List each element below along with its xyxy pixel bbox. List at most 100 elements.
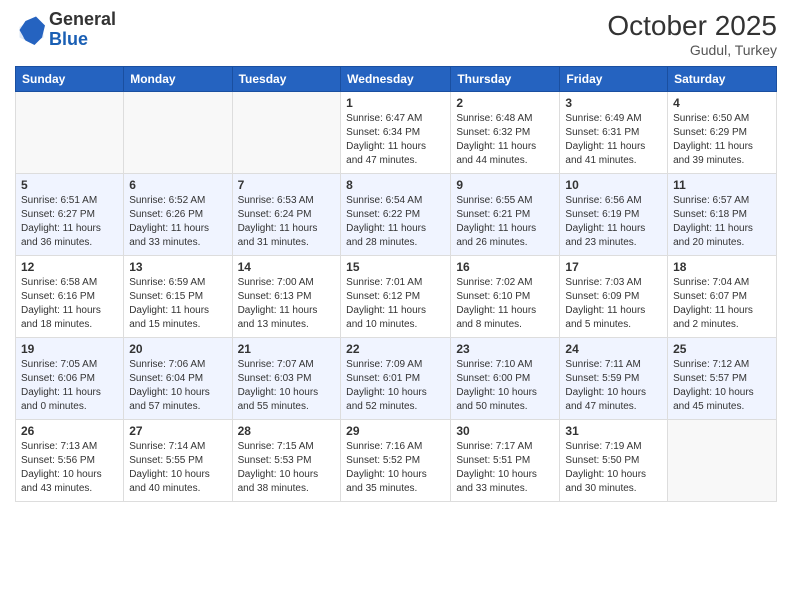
header-monday: Monday [124,67,232,92]
calendar-cell [124,92,232,174]
month-title: October 2025 [607,10,777,42]
calendar-cell: 22 Sunrise: 7:09 AM Sunset: 6:01 PM Dayli… [341,338,451,420]
day-info: Sunrise: 7:12 AM Sunset: 5:57 PM Dayligh… [673,358,771,414]
day-info: Sunrise: 6:47 AM Sunset: 6:34 PM Dayligh… [346,112,445,168]
calendar-week-1: 1Sunrise: 6:47 AM Sunset: 6:34 PM Daylig… [16,92,777,174]
day-info: Sunrise: 6:50 AM Sunset: 6:29 PM Dayligh… [673,112,771,168]
calendar-cell: 26 Sunrise: 7:13 AM Sunset: 5:56 PM Dayli… [16,420,124,502]
calendar-cell [668,420,777,502]
day-number: 20 [129,342,226,356]
day-number: 17 [565,260,662,274]
day-number: 26 [21,424,118,438]
calendar-cell: 9 Sunrise: 6:55 AM Sunset: 6:21 PM Daylig… [451,174,560,256]
logo: General Blue [15,10,116,50]
day-info: Sunrise: 7:01 AM Sunset: 6:12 PM Dayligh… [346,276,445,332]
day-info: Sunrise: 6:57 AM Sunset: 6:18 PM Dayligh… [673,194,771,250]
calendar-cell: 29 Sunrise: 7:16 AM Sunset: 5:52 PM Dayli… [341,420,451,502]
calendar-week-3: 12 Sunrise: 6:58 AM Sunset: 6:16 PM Dayli… [16,256,777,338]
calendar-cell: 27Sunrise: 7:14 AM Sunset: 5:55 PM Dayli… [124,420,232,502]
day-info: Sunrise: 6:52 AM Sunset: 6:26 PM Dayligh… [129,194,226,250]
day-number: 18 [673,260,771,274]
day-info: Sunrise: 6:51 AM Sunset: 6:27 PM Dayligh… [21,194,118,250]
day-info: Sunrise: 7:04 AM Sunset: 6:07 PM Dayligh… [673,276,771,332]
day-number: 22 [346,342,445,356]
logo-blue: Blue [49,29,88,49]
day-number: 21 [238,342,336,356]
day-info: Sunrise: 6:48 AM Sunset: 6:32 PM Dayligh… [456,112,554,168]
day-number: 29 [346,424,445,438]
calendar-cell: 20Sunrise: 7:06 AM Sunset: 6:04 PM Dayli… [124,338,232,420]
day-info: Sunrise: 7:07 AM Sunset: 6:03 PM Dayligh… [238,358,336,414]
day-number: 16 [456,260,554,274]
header-tuesday: Tuesday [232,67,341,92]
calendar-cell: 6 Sunrise: 6:52 AM Sunset: 6:26 PM Daylig… [124,174,232,256]
calendar-cell: 23 Sunrise: 7:10 AM Sunset: 6:00 PM Dayli… [451,338,560,420]
day-number: 9 [456,178,554,192]
day-info: Sunrise: 7:05 AM Sunset: 6:06 PM Dayligh… [21,358,118,414]
day-number: 5 [21,178,118,192]
calendar-cell: 12 Sunrise: 6:58 AM Sunset: 6:16 PM Dayli… [16,256,124,338]
day-number: 12 [21,260,118,274]
day-info: Sunrise: 7:13 AM Sunset: 5:56 PM Dayligh… [21,440,118,496]
day-number: 4 [673,96,771,110]
calendar-cell: 8 Sunrise: 6:54 AM Sunset: 6:22 PM Daylig… [341,174,451,256]
day-info: Sunrise: 7:03 AM Sunset: 6:09 PM Dayligh… [565,276,662,332]
day-number: 14 [238,260,336,274]
day-info: Sunrise: 7:10 AM Sunset: 6:00 PM Dayligh… [456,358,554,414]
calendar-week-5: 26 Sunrise: 7:13 AM Sunset: 5:56 PM Dayli… [16,420,777,502]
calendar-cell: 3 Sunrise: 6:49 AM Sunset: 6:31 PM Daylig… [560,92,668,174]
day-number: 25 [673,342,771,356]
day-info: Sunrise: 6:59 AM Sunset: 6:15 PM Dayligh… [129,276,226,332]
page: General Blue October 2025 Gudul, Turkey … [0,0,792,612]
day-number: 7 [238,178,336,192]
header-sunday: Sunday [16,67,124,92]
calendar-cell: 21 Sunrise: 7:07 AM Sunset: 6:03 PM Dayli… [232,338,341,420]
calendar-cell: 17 Sunrise: 7:03 AM Sunset: 6:09 PM Dayli… [560,256,668,338]
day-info: Sunrise: 7:17 AM Sunset: 5:51 PM Dayligh… [456,440,554,496]
day-number: 3 [565,96,662,110]
logo-general: General [49,9,116,29]
calendar-cell: 16 Sunrise: 7:02 AM Sunset: 6:10 PM Dayli… [451,256,560,338]
calendar-cell: 2Sunrise: 6:48 AM Sunset: 6:32 PM Daylig… [451,92,560,174]
calendar-cell: 31Sunrise: 7:19 AM Sunset: 5:50 PM Dayli… [560,420,668,502]
day-info: Sunrise: 6:55 AM Sunset: 6:21 PM Dayligh… [456,194,554,250]
calendar-cell: 25 Sunrise: 7:12 AM Sunset: 5:57 PM Dayli… [668,338,777,420]
day-info: Sunrise: 6:54 AM Sunset: 6:22 PM Dayligh… [346,194,445,250]
calendar-cell: 10 Sunrise: 6:56 AM Sunset: 6:19 PM Dayli… [560,174,668,256]
header-wednesday: Wednesday [341,67,451,92]
day-number: 19 [21,342,118,356]
location: Gudul, Turkey [607,42,777,58]
day-number: 30 [456,424,554,438]
calendar-week-4: 19 Sunrise: 7:05 AM Sunset: 6:06 PM Dayli… [16,338,777,420]
title-block: October 2025 Gudul, Turkey [607,10,777,58]
day-info: Sunrise: 6:53 AM Sunset: 6:24 PM Dayligh… [238,194,336,250]
day-number: 6 [129,178,226,192]
calendar-cell [232,92,341,174]
day-info: Sunrise: 6:49 AM Sunset: 6:31 PM Dayligh… [565,112,662,168]
day-info: Sunrise: 7:19 AM Sunset: 5:50 PM Dayligh… [565,440,662,496]
day-info: Sunrise: 6:56 AM Sunset: 6:19 PM Dayligh… [565,194,662,250]
calendar-cell: 19 Sunrise: 7:05 AM Sunset: 6:06 PM Dayli… [16,338,124,420]
day-info: Sunrise: 6:58 AM Sunset: 6:16 PM Dayligh… [21,276,118,332]
day-number: 23 [456,342,554,356]
day-number: 11 [673,178,771,192]
day-info: Sunrise: 7:15 AM Sunset: 5:53 PM Dayligh… [238,440,336,496]
day-number: 13 [129,260,226,274]
logo-icon [15,15,45,45]
calendar-cell: 15Sunrise: 7:01 AM Sunset: 6:12 PM Dayli… [341,256,451,338]
day-number: 28 [238,424,336,438]
calendar-cell: 18 Sunrise: 7:04 AM Sunset: 6:07 PM Dayli… [668,256,777,338]
day-number: 10 [565,178,662,192]
calendar: Sunday Monday Tuesday Wednesday Thursday… [15,66,777,502]
calendar-cell: 24Sunrise: 7:11 AM Sunset: 5:59 PM Dayli… [560,338,668,420]
day-number: 8 [346,178,445,192]
calendar-cell: 14Sunrise: 7:00 AM Sunset: 6:13 PM Dayli… [232,256,341,338]
calendar-cell: 11 Sunrise: 6:57 AM Sunset: 6:18 PM Dayli… [668,174,777,256]
calendar-cell: 30 Sunrise: 7:17 AM Sunset: 5:51 PM Dayli… [451,420,560,502]
day-info: Sunrise: 7:09 AM Sunset: 6:01 PM Dayligh… [346,358,445,414]
calendar-cell [16,92,124,174]
calendar-cell: 28 Sunrise: 7:15 AM Sunset: 5:53 PM Dayli… [232,420,341,502]
day-info: Sunrise: 7:02 AM Sunset: 6:10 PM Dayligh… [456,276,554,332]
day-info: Sunrise: 7:16 AM Sunset: 5:52 PM Dayligh… [346,440,445,496]
calendar-week-2: 5 Sunrise: 6:51 AM Sunset: 6:27 PM Daylig… [16,174,777,256]
